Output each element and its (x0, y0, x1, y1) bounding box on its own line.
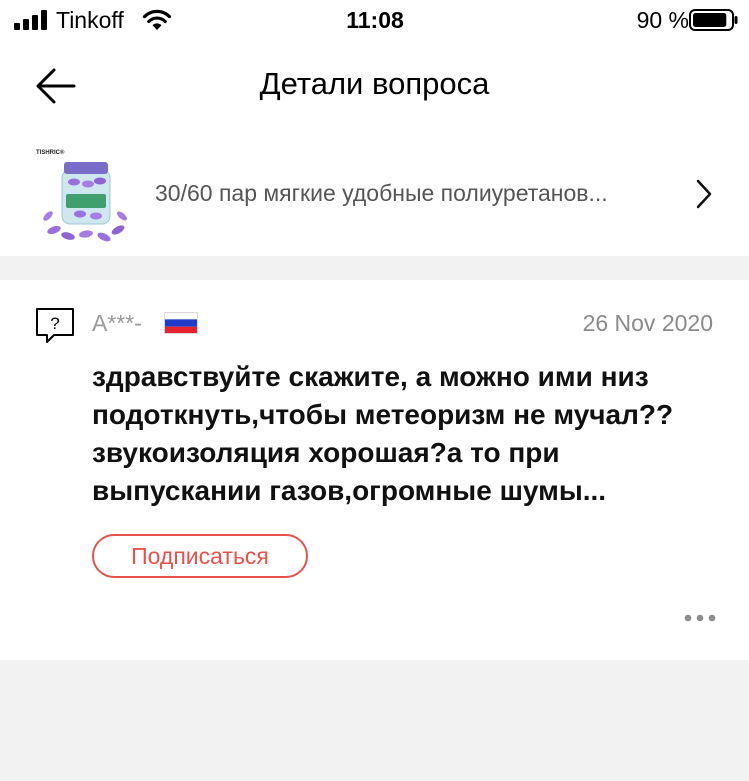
question-card: ? A***- 26 Nov 2020 здравствуйте скажите… (0, 280, 749, 660)
product-name: 30/60 пар мягкие удобные полиуретанов... (155, 180, 608, 206)
status-time: 11:08 (346, 7, 404, 33)
battery-fill (693, 13, 727, 27)
product-thumbnail: TISHRIC® (36, 149, 127, 242)
question-text: здравствуйте скажите, а можно ими низ по… (92, 361, 674, 506)
chevron-right-icon (696, 179, 712, 209)
carrier-name: Tinkoff (56, 7, 124, 33)
navigation-bar: Детали вопроса (0, 42, 749, 132)
question-date: 26 Nov 2020 (582, 310, 713, 336)
battery-percent: 90 % (636, 7, 689, 33)
thumbnail-brand-logo: TISHRIC® (36, 149, 65, 156)
cellular-signal-icon (14, 10, 47, 30)
wifi-icon (142, 9, 172, 30)
question-bubble-icon: ? (36, 308, 74, 343)
russia-flag-icon (164, 312, 198, 334)
battery-icon (689, 9, 738, 31)
subscribe-button[interactable]: Подписаться (92, 534, 308, 578)
question-author: A***- (92, 310, 142, 336)
more-dots-icon[interactable] (682, 608, 718, 628)
status-bar: Tinkoff 11:08 90 % (0, 0, 749, 42)
product-link-row[interactable]: TISHRIC® 30/60 пар мягкие удобные полиур… (0, 132, 749, 256)
page-title: Детали вопроса (259, 66, 490, 101)
svg-text:?: ? (50, 314, 59, 333)
